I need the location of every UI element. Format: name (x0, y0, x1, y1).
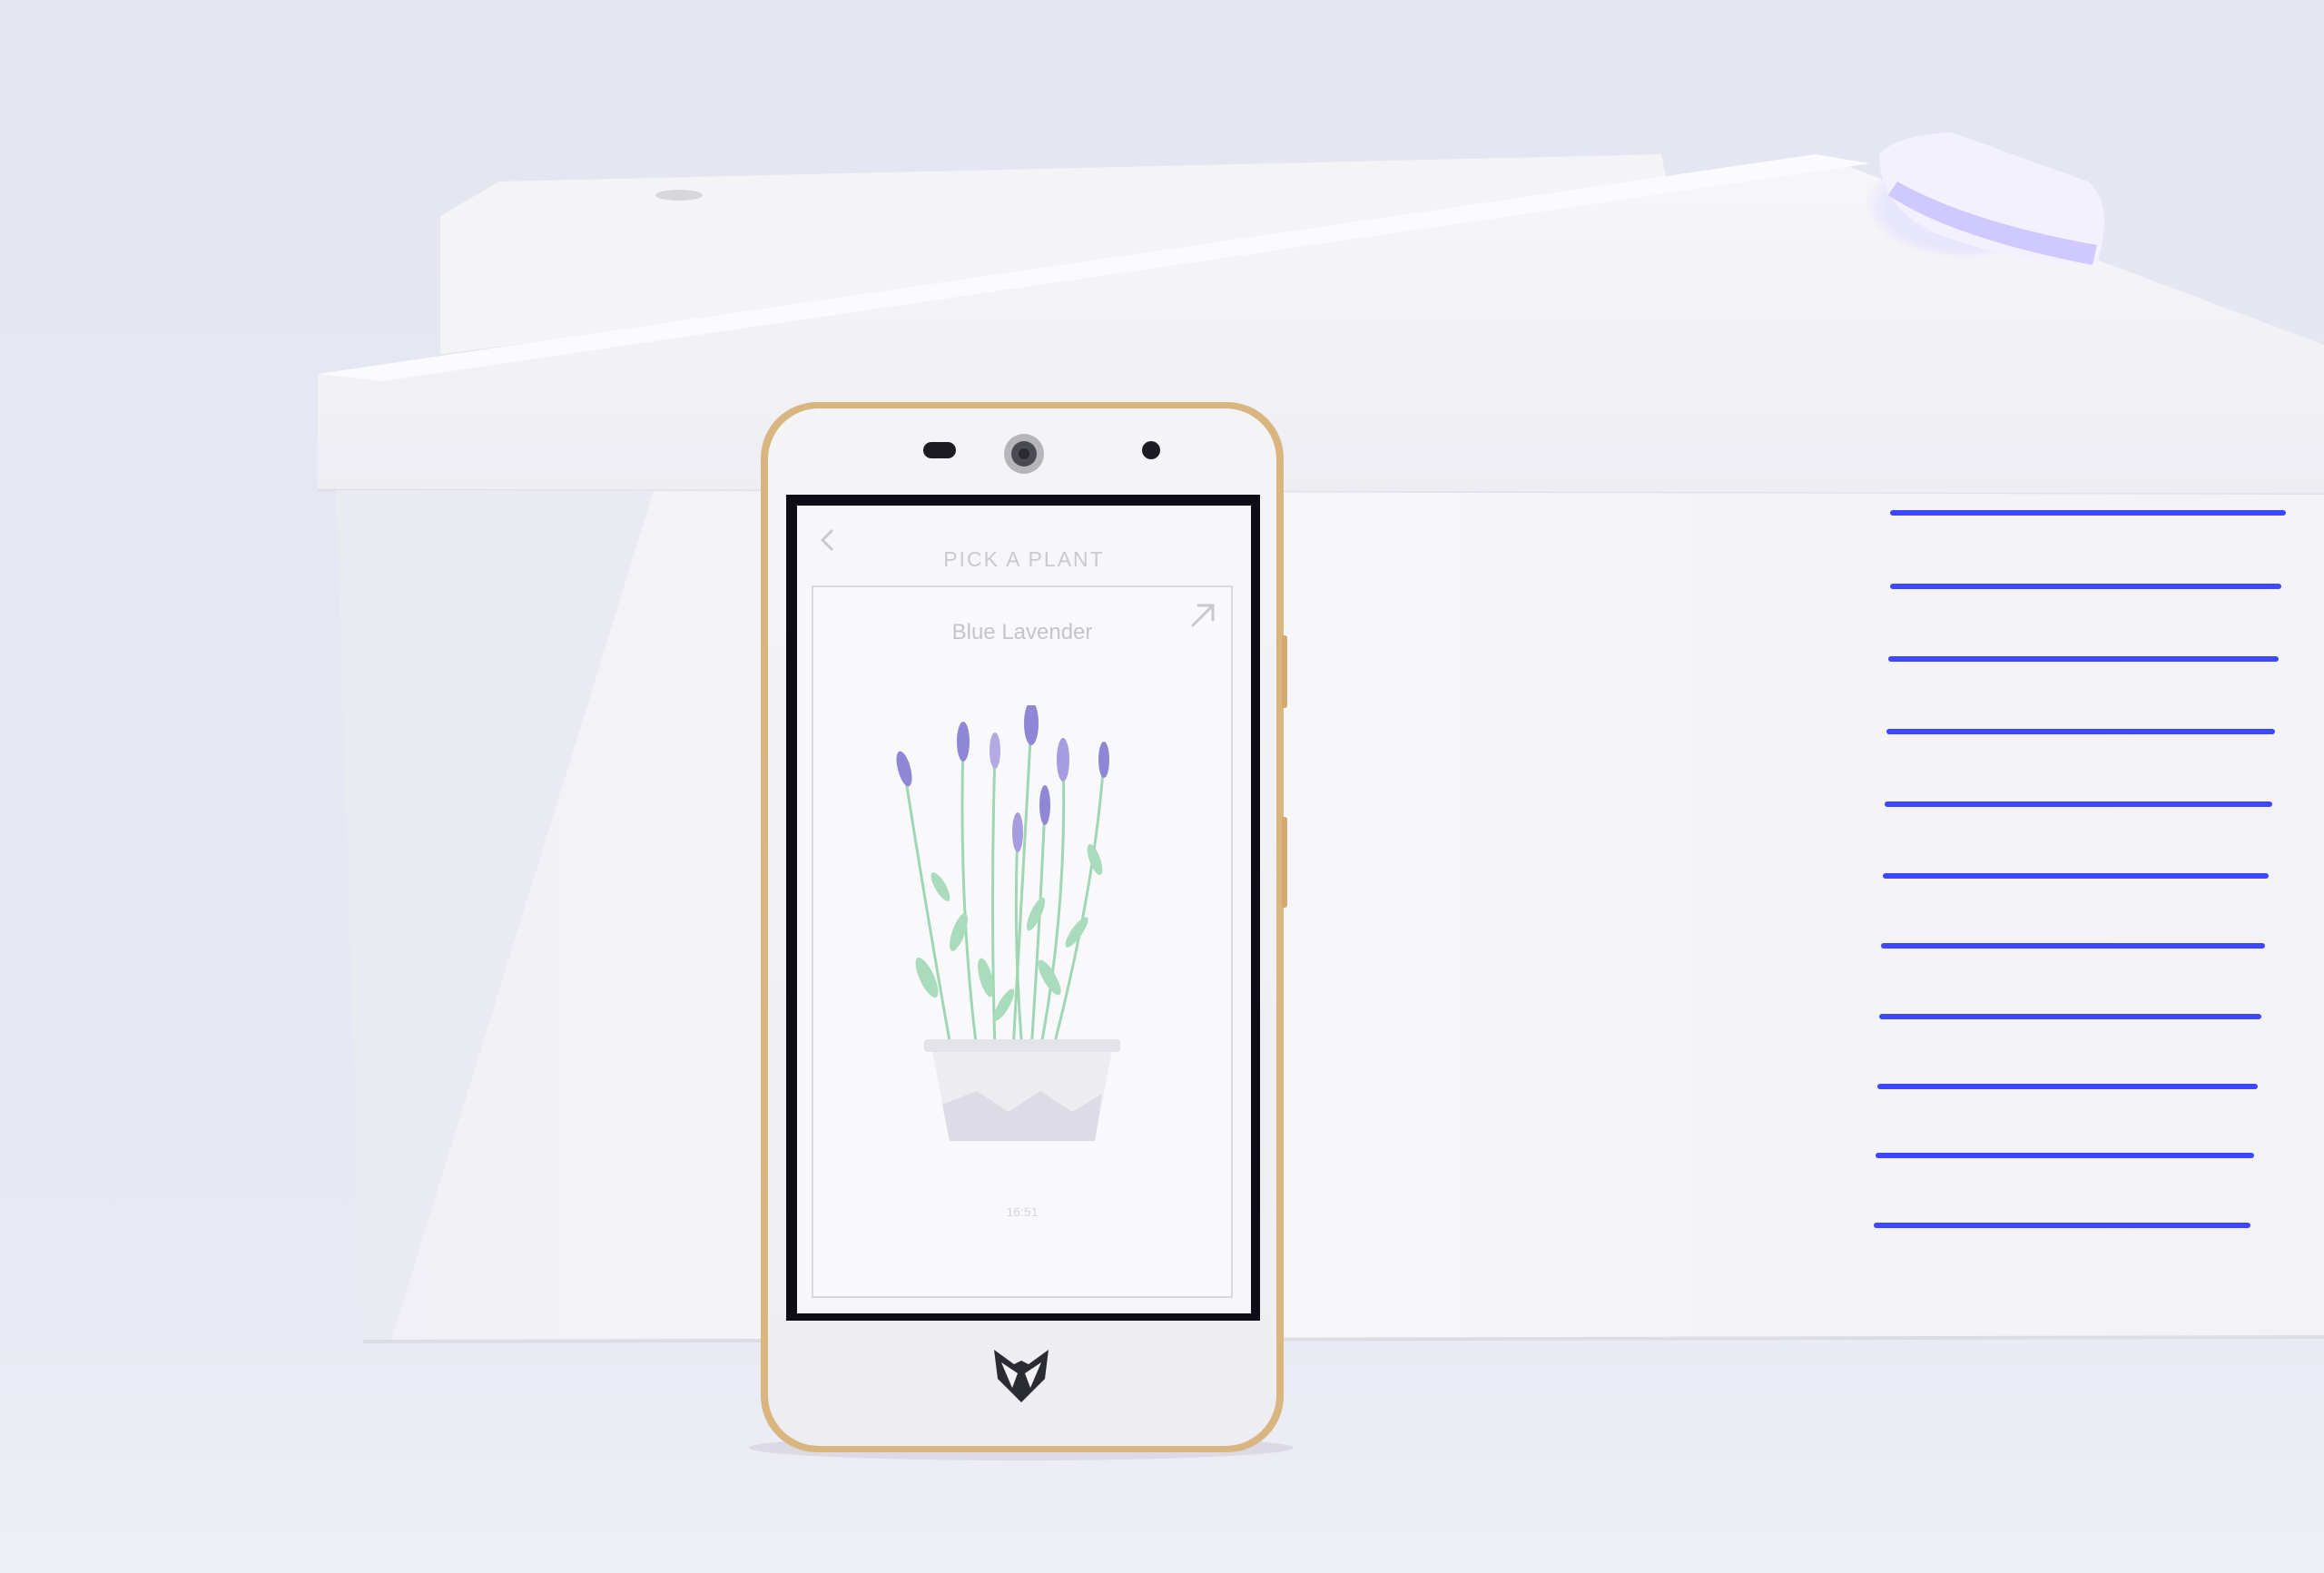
plant-card[interactable]: Blue Lavender 16:51 (812, 585, 1233, 1298)
proximity-sensor (1142, 441, 1160, 459)
screen-header: PICK A PLANT (797, 506, 1251, 578)
lavender-plant-illustration (896, 705, 1120, 1141)
plant-pot (924, 1039, 1120, 1141)
plant-name: Blue Lavender (951, 620, 1093, 644)
earpiece (923, 442, 956, 458)
page-title: PICK A PLANT (943, 547, 1105, 571)
greenhouse-device (317, 133, 2324, 1343)
phone-screen: PICK A PLANT Blue Lavender 16:51 (797, 506, 1251, 1313)
clock-text: 16:51 (1006, 1204, 1039, 1219)
